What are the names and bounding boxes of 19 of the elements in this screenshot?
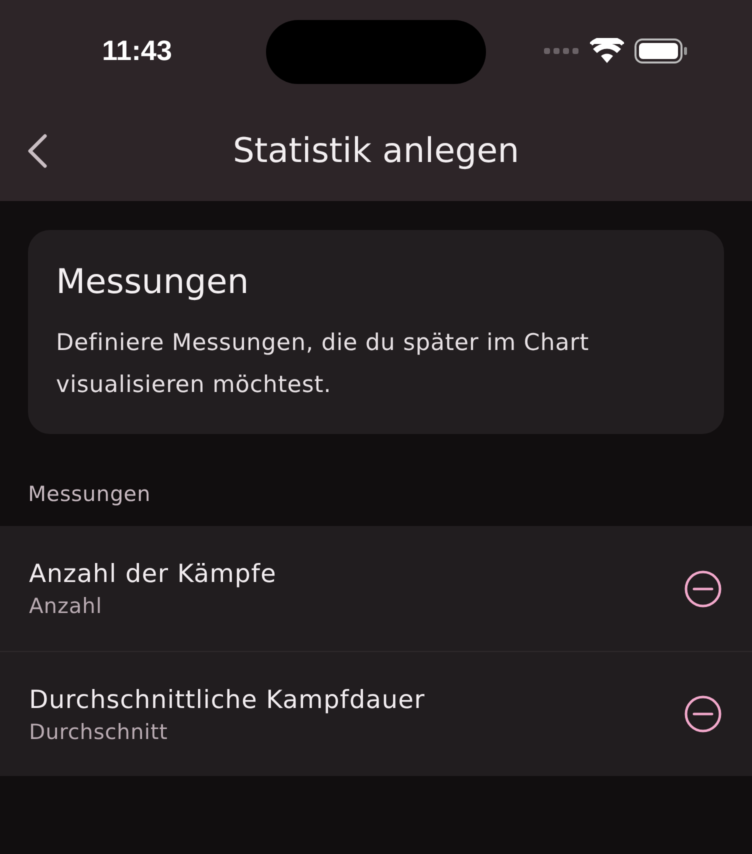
measurement-row[interactable]: Durchschnittliche Kampfdauer Durchschnitt xyxy=(0,651,752,776)
screen-title: Statistik anlegen xyxy=(232,130,520,170)
wifi-icon xyxy=(590,38,624,64)
measurement-row[interactable]: Anzahl der Kämpfe Anzahl xyxy=(0,526,752,651)
battery-icon xyxy=(634,38,688,64)
signal-icon xyxy=(544,47,580,55)
status-time: 11:43 xyxy=(102,35,174,67)
measurement-title: Durchschnittliche Kampfdauer xyxy=(29,684,426,714)
remove-button[interactable] xyxy=(684,695,722,733)
minus-circle-icon xyxy=(684,695,722,733)
remove-button[interactable] xyxy=(684,570,722,608)
card-title: Messungen xyxy=(56,262,250,302)
back-chevron-icon xyxy=(26,134,48,168)
minus-circle-icon xyxy=(684,570,722,608)
measurement-title: Anzahl der Kämpfe xyxy=(29,559,278,588)
section-label: Messungen xyxy=(27,481,152,508)
measurement-type: Durchschnitt xyxy=(29,720,169,744)
card-description: Definiere Messungen, die du später im Chart visualisieren möchtest. xyxy=(56,329,590,400)
measurement-type: Anzahl xyxy=(29,594,104,618)
